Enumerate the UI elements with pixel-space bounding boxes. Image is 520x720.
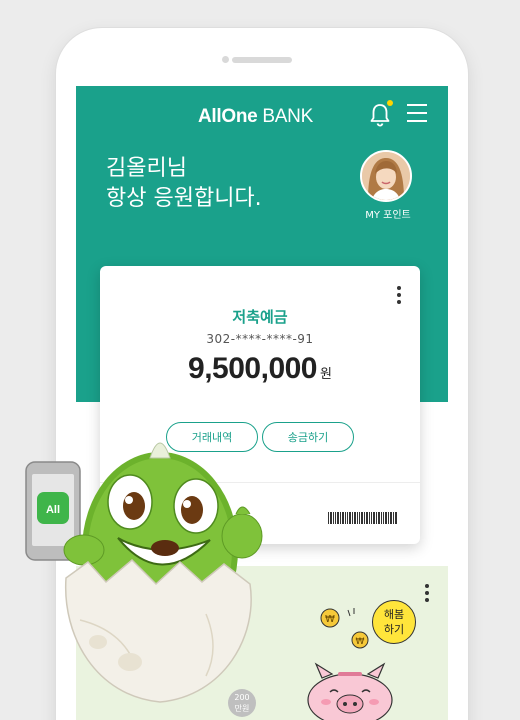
bubble-line2: 하기 <box>383 623 405 636</box>
greeting-message: 항상 응원합니다. <box>106 186 262 211</box>
menu-icon[interactable] <box>407 104 427 122</box>
try-it-bubble[interactable]: 해봄 하기 <box>372 600 416 644</box>
phone-speaker <box>232 57 292 63</box>
avatar[interactable] <box>360 150 412 202</box>
barcode-icon[interactable] <box>328 512 398 524</box>
svg-text:₩: ₩ <box>356 637 365 647</box>
balance-currency: 원 <box>320 367 332 382</box>
app-logo[interactable]: AllOne BANK <box>198 106 313 128</box>
phone-camera <box>222 56 229 63</box>
mascot-character: All <box>25 442 263 703</box>
svg-text:₩: ₩ <box>325 614 335 625</box>
banner-more-icon[interactable] <box>425 584 429 604</box>
account-balance: 9,500,000 원 <box>100 352 420 386</box>
logo-brand: AllOne <box>198 106 258 127</box>
logo-bank: BANK <box>262 106 313 127</box>
notification-dot <box>387 100 393 106</box>
piggy-bank-illustration: ₩ ₩ <box>307 608 393 720</box>
account-number: 302-****-****-91 <box>206 332 314 346</box>
greeting: 김올리님 항상 응원합니다. <box>106 154 262 214</box>
more-icon[interactable] <box>397 286 401 306</box>
account-type: 저축예금 <box>232 308 288 326</box>
bubble-line1: 해봄 <box>383 608 405 621</box>
phone-screen-icon: All <box>46 504 60 516</box>
greeting-name: 김올리님 <box>106 156 187 181</box>
my-point-label[interactable]: MY 포인트 <box>352 206 424 221</box>
balance-amount: 9,500,000 <box>188 352 317 385</box>
